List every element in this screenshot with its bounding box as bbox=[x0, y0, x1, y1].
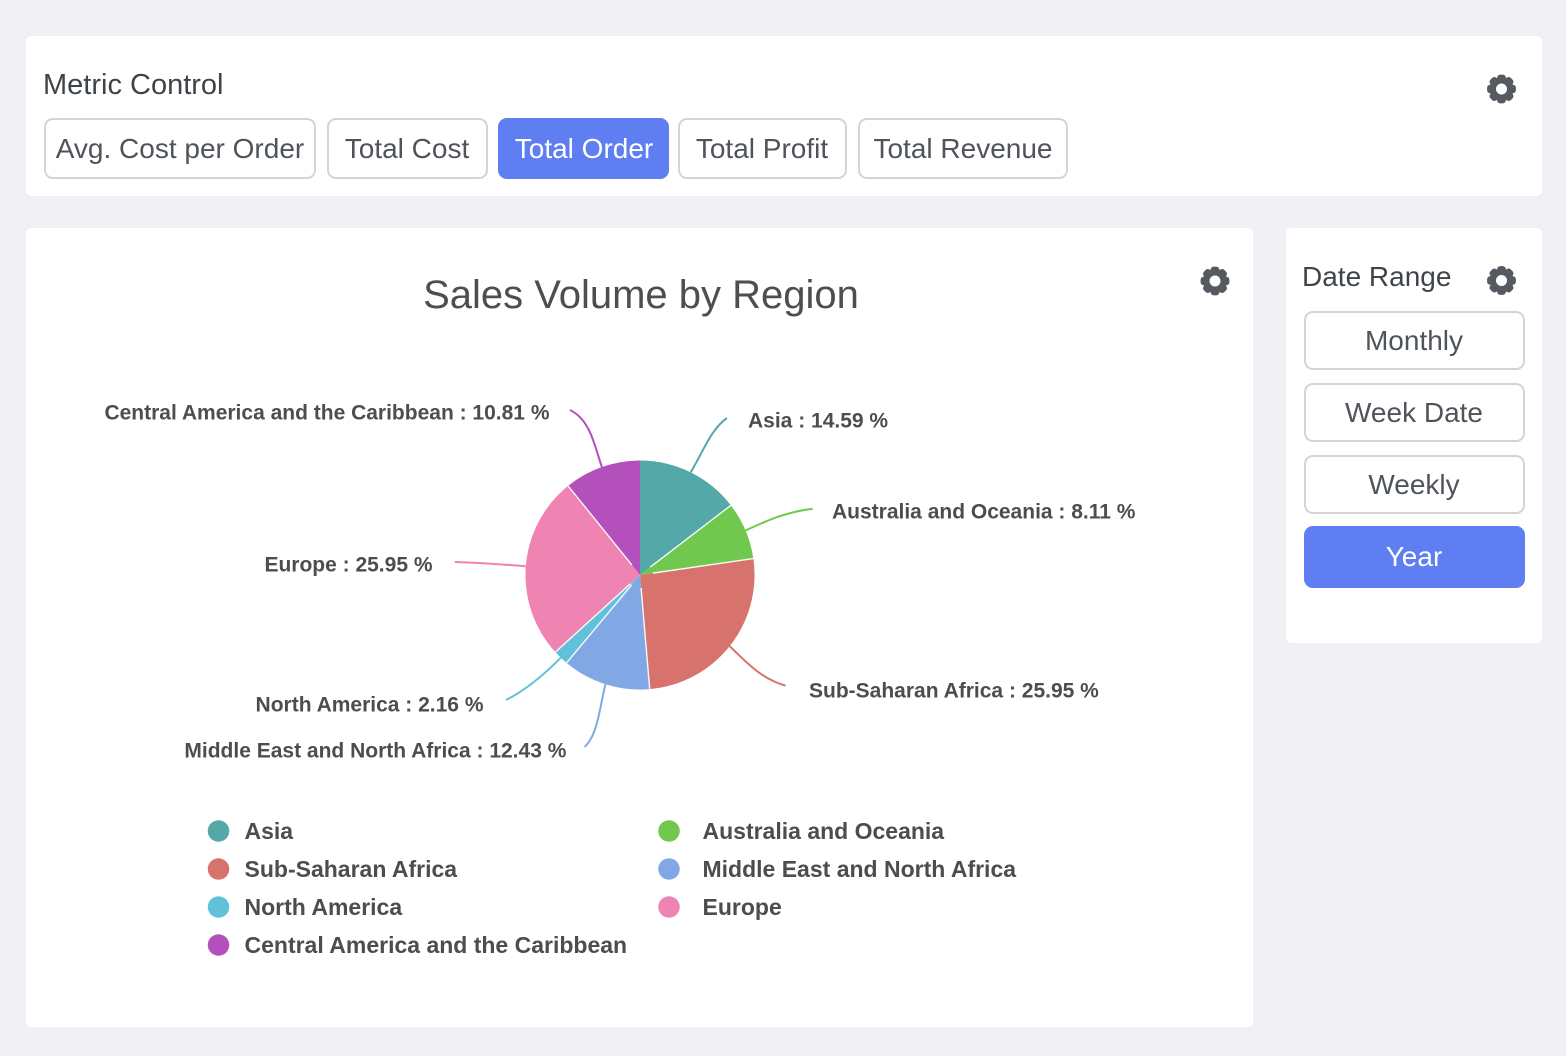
svg-text:Total Profit: Total Profit bbox=[696, 133, 828, 164]
svg-text:Total Revenue: Total Revenue bbox=[873, 133, 1052, 164]
svg-text:Sub-Saharan Africa : 25.95 %: Sub-Saharan Africa : 25.95 % bbox=[809, 680, 1099, 703]
svg-text:Asia: Asia bbox=[245, 818, 294, 844]
svg-text:Europe: Europe bbox=[703, 894, 782, 920]
svg-text:Weekly: Weekly bbox=[1368, 469, 1459, 500]
svg-text:Week Date: Week Date bbox=[1345, 397, 1483, 428]
svg-text:Avg. Cost per Order: Avg. Cost per Order bbox=[56, 133, 304, 164]
svg-text:Middle East and North Africa: Middle East and North Africa bbox=[703, 856, 1017, 882]
svg-text:Total Order: Total Order bbox=[515, 133, 654, 164]
svg-text:Monthly: Monthly bbox=[1365, 325, 1463, 356]
svg-text:Sales Volume by Region: Sales Volume by Region bbox=[423, 273, 859, 317]
svg-text:Central America and the Caribb: Central America and the Caribbean : 10.8… bbox=[104, 402, 549, 425]
svg-text:Year: Year bbox=[1386, 541, 1443, 572]
svg-text:Sub-Saharan Africa: Sub-Saharan Africa bbox=[245, 856, 458, 882]
svg-text:Europe : 25.95 %: Europe : 25.95 % bbox=[264, 553, 432, 576]
svg-text:Total Cost: Total Cost bbox=[345, 133, 470, 164]
svg-text:Australia and Oceania: Australia and Oceania bbox=[703, 818, 945, 844]
svg-text:Middle East and North Africa :: Middle East and North Africa : 12.43 % bbox=[184, 739, 566, 762]
svg-text:Central America and the Caribb: Central America and the Caribbean bbox=[245, 932, 628, 958]
svg-text:North America : 2.16 %: North America : 2.16 % bbox=[256, 694, 484, 717]
svg-text:Asia : 14.59 %: Asia : 14.59 % bbox=[748, 410, 888, 433]
svg-text:North America: North America bbox=[245, 894, 403, 920]
svg-text:Australia and Oceania : 8.11 %: Australia and Oceania : 8.11 % bbox=[832, 501, 1136, 524]
svg-text:Metric Control: Metric Control bbox=[43, 69, 224, 101]
svg-text:Date Range: Date Range bbox=[1302, 261, 1451, 292]
